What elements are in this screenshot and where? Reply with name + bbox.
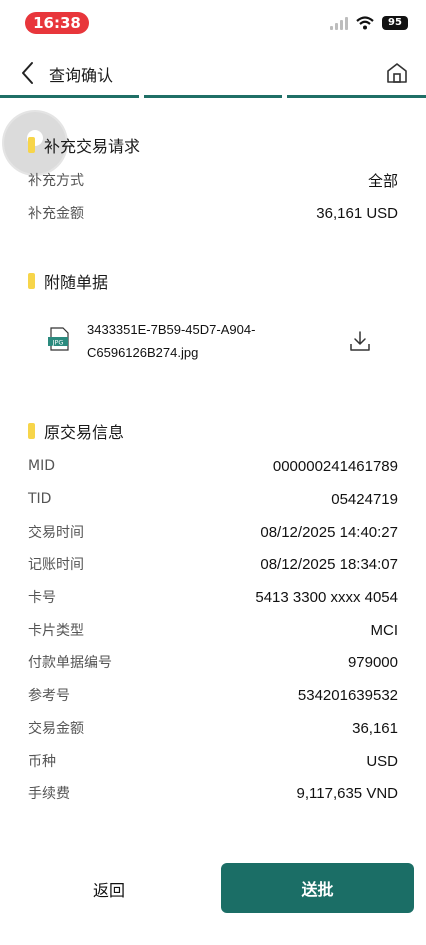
supplement-section-title: 补充交易请求 <box>28 133 140 157</box>
row-tid: TID 05424719 <box>28 490 398 508</box>
status-bar: 16:38 95 <box>0 0 426 46</box>
wifi-icon <box>356 16 374 30</box>
submit-approval-button[interactable]: 送批 <box>221 863 414 913</box>
row-mid: MID 000000241461789 <box>28 457 398 475</box>
section-marker <box>28 273 35 289</box>
row-transaction-amount: 交易金额 36,161 <box>28 719 398 738</box>
row-payment-doc-number: 付款单据编号 979000 <box>28 653 398 672</box>
row-reference-number: 参考号 534201639532 <box>28 686 398 705</box>
row-posting-time: 记账时间 08/12/2025 18:34:07 <box>28 555 398 574</box>
row-card-number: 卡号 5413 3300 xxxx 4054 <box>28 588 398 607</box>
home-icon <box>387 63 407 83</box>
signal-icon <box>330 16 348 30</box>
status-icons: 95 <box>330 16 408 30</box>
row-fee: 手续费 9,117,635 VND <box>28 784 398 803</box>
status-time: 16:38 <box>25 12 89 34</box>
supplement-method-row: 补充方式 全部 <box>28 172 398 190</box>
row-currency: 币种 USD <box>28 752 398 771</box>
row-card-type: 卡片类型 MCI <box>28 621 398 640</box>
attachment-item[interactable]: JPG 3433351E-7B59-45D7-A904- C6596126B27… <box>46 316 402 364</box>
back-button[interactable] <box>16 58 42 88</box>
supplement-amount-row: 补充金额 36,161 USD <box>28 204 398 223</box>
attachments-section-title: 附随单据 <box>28 269 108 293</box>
header: 查询确认 <box>0 50 426 96</box>
progress-tabs <box>0 95 426 99</box>
original-section-title: 原交易信息 <box>28 419 124 443</box>
section-marker <box>28 137 35 153</box>
home-button[interactable] <box>384 60 410 86</box>
download-button[interactable] <box>348 329 372 353</box>
return-button[interactable]: 返回 <box>14 864 204 914</box>
file-name: 3433351E-7B59-45D7-A904- C6596126B274.jp… <box>87 322 256 360</box>
section-marker <box>28 423 35 439</box>
battery-icon: 95 <box>382 16 408 30</box>
page-title: 查询确认 <box>49 66 114 85</box>
file-icon-label: JPG <box>52 338 64 346</box>
footer: 返回 送批 <box>0 860 426 920</box>
download-icon <box>350 331 370 351</box>
chevron-left-icon <box>22 62 33 84</box>
row-transaction-time: 交易时间 08/12/2025 14:40:27 <box>28 523 398 542</box>
file-icon: JPG <box>46 326 72 352</box>
